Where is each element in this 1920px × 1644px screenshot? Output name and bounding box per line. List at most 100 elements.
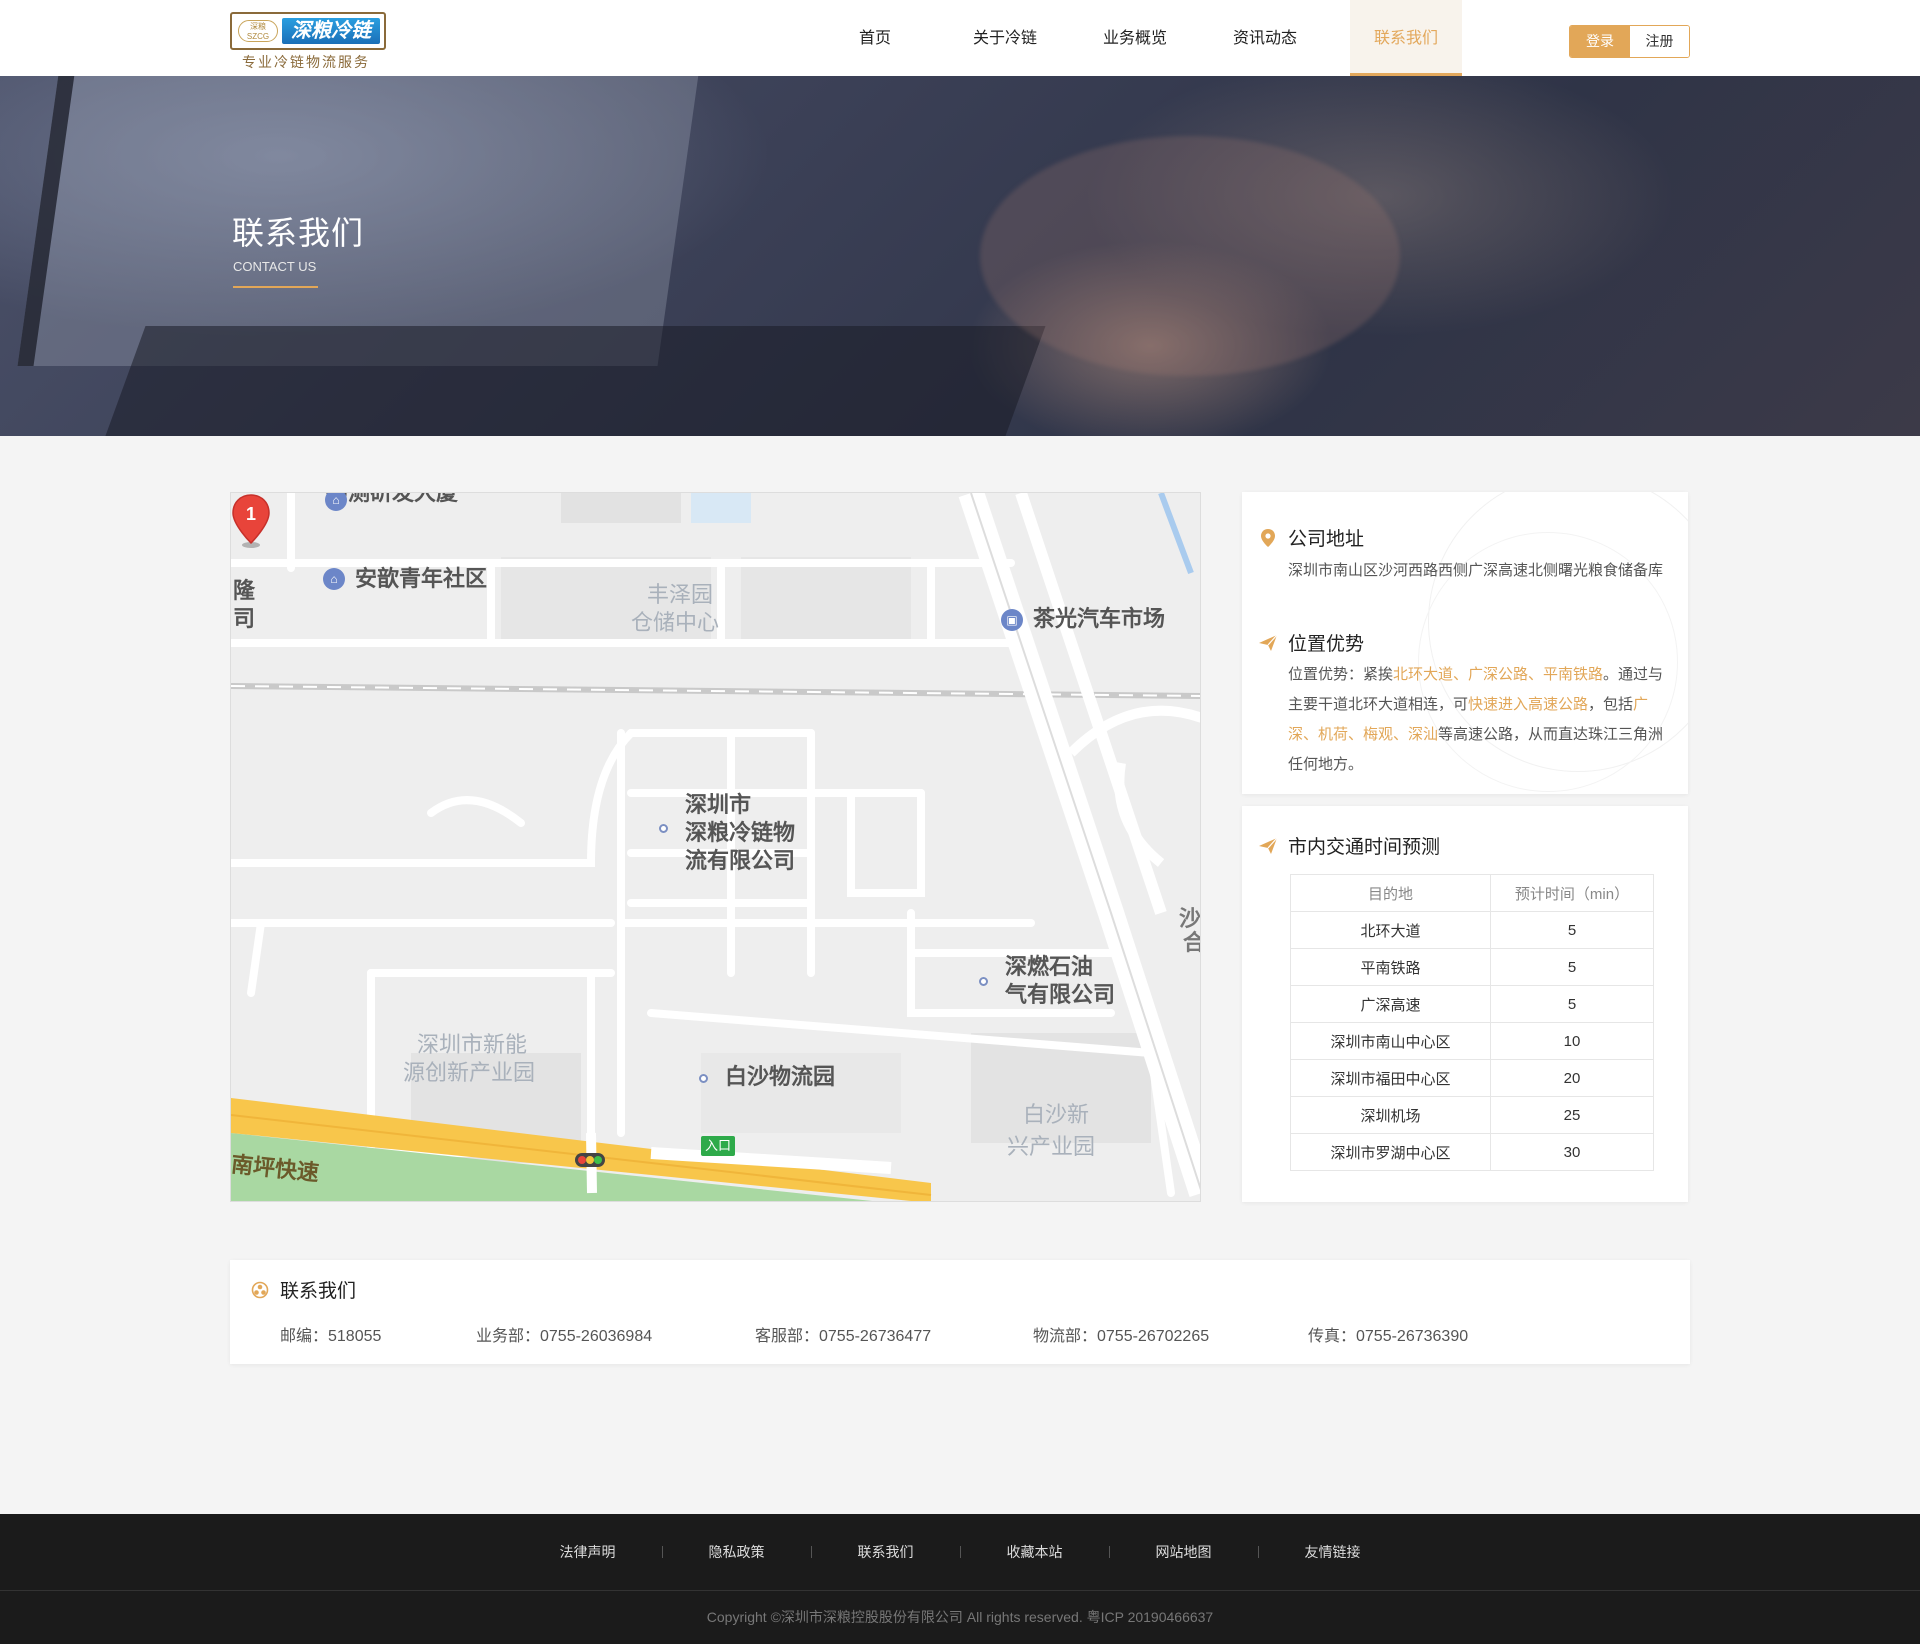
page-banner: 联系我们 CONTACT US [0,76,1920,436]
address-title: 公司地址 [1288,529,1365,550]
map-label-fengze-2: 仓储中心 [631,610,720,635]
advantage-highlight-highway: 快速进入高速公路 [1468,696,1589,713]
logistics-dept-phone: 物流部：0755-26702265 [1033,1328,1210,1345]
map-label-fengze-1: 丰泽园 [647,582,714,607]
location-marker-icon[interactable]: 1 [231,493,271,549]
advantage-heading: 位置优势 [1258,629,1364,656]
company-poi-dot [659,824,668,833]
map-label-xinneng-1: 深圳市新能 [417,1032,528,1057]
entrance-sign-icon: 入口 [701,1136,735,1156]
map-label-baisha-park: 白沙物流园 [725,1064,836,1089]
map-label-company-3: 流有限公司 [685,848,796,873]
contact-bar: 联系我们 邮编：518055 业务部：0755-26036984 客服部：075… [230,1260,1690,1364]
contact-heading: 联系我们 [250,1276,356,1303]
destination-cell: 广深高速 [1290,985,1491,1023]
logo-box: 深粮 SZCG 深粮冷链 [230,12,386,50]
time-cell: 30 [1490,1133,1654,1171]
destination-cell: 深圳机场 [1290,1096,1491,1134]
map-label-xinneng-2: 源创新产业园 [403,1060,536,1085]
table-row: 深圳机场 25 [1290,1096,1654,1134]
map-label-company-2: 深粮冷链物 [685,820,796,845]
contact-title: 联系我们 [280,1281,357,1302]
table-row: 广深高速 5 [1290,985,1654,1023]
advantage-text-part: 位置优势：紧挨 [1288,666,1394,683]
fax-number: 传真：0755-26736390 [1308,1328,1469,1345]
advantage-text-part: ，包括 [1588,696,1634,713]
table-row: 深圳市南山中心区 10 [1290,1022,1654,1060]
nav-news[interactable]: 资讯动态 [1200,0,1330,76]
map-label-left-cut-1: 隆 [233,578,256,603]
footer-links: 法律声明 隐私政策 联系我们 收藏本站 网站地图 友情链接 [0,1514,1920,1591]
destination-cell: 平南铁路 [1290,948,1491,986]
traffic-heading: 市内交通时间预测 [1258,832,1440,859]
customer-service-phone: 客服部：0755-26736477 [755,1328,932,1345]
map-label-shenran-1: 深燃石油 [1005,954,1094,979]
advantage-text: 位置优势：紧挨北环大道、广深公路、平南铁路。通过与主要干道北环大道相连，可快速进… [1288,660,1668,780]
register-button[interactable]: 注册 [1630,26,1689,57]
page-title: 联系我们 [232,215,365,251]
footer-link-sitemap[interactable]: 网站地图 [1110,1542,1258,1562]
advantage-title: 位置优势 [1288,634,1365,655]
postcode-text: 邮编：518055 [280,1328,382,1345]
paper-plane-icon [1259,837,1278,854]
map-label-anxin: 安歆青年社区 [355,566,488,591]
location-pin-icon [1261,528,1275,547]
time-cell: 5 [1490,985,1654,1023]
column-header-destination: 目的地 [1290,874,1491,912]
location-map[interactable]: 勘测研发大厦 ⌂ ⌂ 安歆青年社区 隆 司 丰泽园 仓储中心 ▣ 茶光汽车市场 … [230,492,1201,1202]
advantage-highlight-roads: 北环大道、广深公路、平南铁路 [1393,666,1604,683]
destination-cell: 深圳市福田中心区 [1290,1059,1491,1097]
destination-cell: 北环大道 [1290,911,1491,949]
table-row: 深圳市福田中心区 20 [1290,1059,1654,1097]
traffic-panel: 市内交通时间预测 目的地 预计时间（min） 北环大道 5 平南铁路 5 广深高速 5… [1242,806,1688,1202]
copyright-text: Copyright ©深圳市深粮控股股份有限公司 All rights rese… [706,1609,1214,1625]
nav-business[interactable]: 业务概览 [1070,0,1200,76]
address-text: 深圳市南山区沙河西路西侧广深高速北侧曙光粮食储备库 [1288,562,1664,579]
nav-about[interactable]: 关于冷链 [940,0,1070,76]
footer-link-legal[interactable]: 法律声明 [514,1542,662,1562]
main-nav: 首页 关于冷链 业务概览 资讯动态 联系我们 [810,0,1462,76]
site-header: 深粮 SZCG 深粮冷链 专业冷链物流服务 首页 关于冷链 业务概览 资讯动态 … [0,0,1920,76]
traffic-light-icon [575,1153,605,1167]
footer-link-privacy[interactable]: 隐私政策 [663,1542,811,1562]
banner-hands [980,136,1400,376]
time-cell: 20 [1490,1059,1654,1097]
nav-contact[interactable]: 联系我们 [1350,0,1462,76]
time-cell: 25 [1490,1096,1654,1134]
marker-number: 1 [246,504,256,524]
logo-slogan: 专业冷链物流服务 [242,54,370,70]
title-underline [233,286,318,288]
footer-link-contact[interactable]: 联系我们 [812,1542,960,1562]
table-header-row: 目的地 预计时间（min） [1290,874,1654,912]
auth-buttons: 登录 注册 [1569,25,1690,58]
car-market-icon: ▣ [1001,609,1023,631]
map-label-company-1: 深圳市 [685,792,752,817]
nav-home[interactable]: 首页 [810,0,940,76]
login-button[interactable]: 登录 [1570,26,1630,57]
map-label-shenran-2: 气有限公司 [1005,982,1116,1007]
column-header-time: 预计时间（min） [1490,874,1654,912]
time-cell: 5 [1490,911,1654,949]
table-row: 深圳市罗湖中心区 30 [1290,1133,1654,1171]
gas-company-poi-dot [979,977,988,986]
footer-link-bookmark[interactable]: 收藏本站 [961,1542,1109,1562]
logo-name: 深粮冷链 [282,18,380,44]
table-row: 平南铁路 5 [1290,948,1654,986]
destination-cell: 深圳市罗湖中心区 [1290,1133,1491,1171]
paper-plane-icon [1259,634,1278,651]
contact-icon [251,1281,269,1298]
logo-badge: 深粮 SZCG [238,20,278,42]
traffic-title: 市内交通时间预测 [1288,837,1441,858]
business-dept-phone: 业务部：0755-26036984 [476,1328,653,1345]
site-footer: 法律声明 隐私政策 联系我们 收藏本站 网站地图 友情链接 Copyright … [0,1514,1920,1644]
time-cell: 5 [1490,948,1654,986]
map-label-baisha-new-2: 兴产业园 [1007,1134,1096,1159]
footer-link-friends[interactable]: 友情链接 [1259,1542,1407,1562]
logo[interactable]: 深粮 SZCG 深粮冷链 专业冷链物流服务 [230,12,386,70]
time-cell: 10 [1490,1022,1654,1060]
destination-cell: 深圳市南山中心区 [1290,1022,1491,1060]
traffic-table: 目的地 预计时间（min） 北环大道 5 平南铁路 5 广深高速 5 深圳市南山中心区… [1290,874,1654,1171]
map-label-baisha-new-1: 白沙新 [1023,1102,1090,1127]
table-row: 北环大道 5 [1290,911,1654,949]
address-panel: 公司地址 深圳市南山区沙河西路西侧广深高速北侧曙光粮食储备库 位置优势 位置优势… [1242,492,1688,794]
